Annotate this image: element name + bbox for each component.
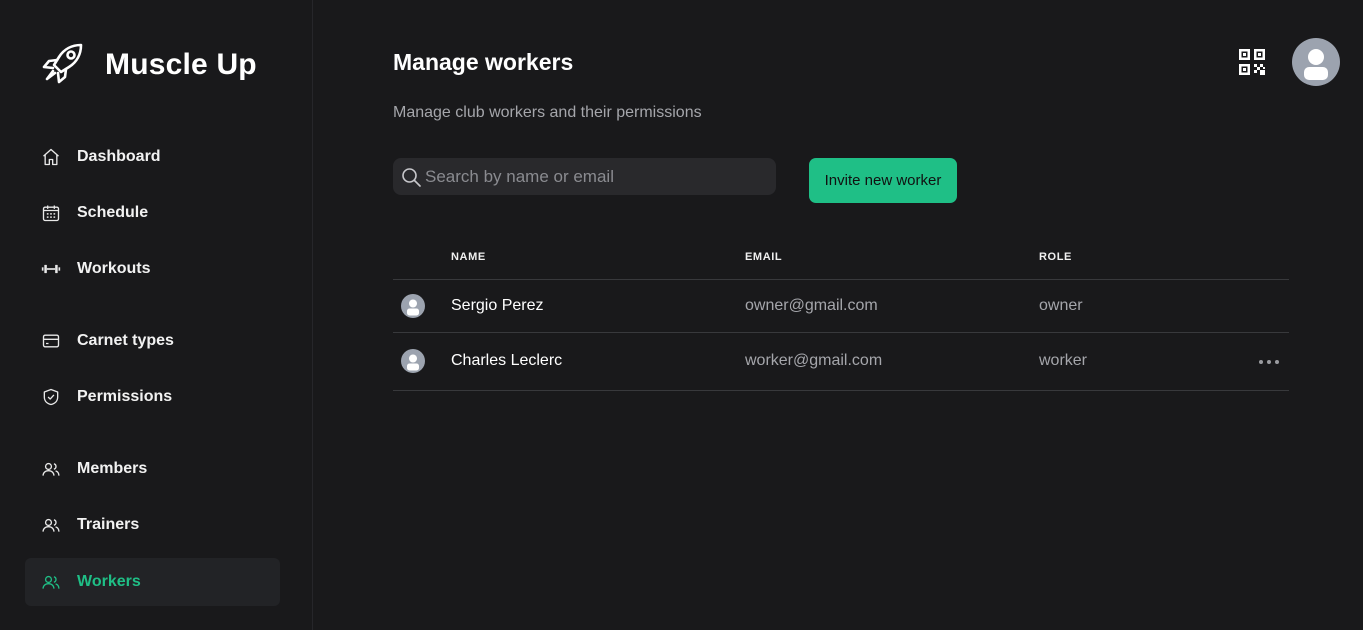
worker-email: owner@gmail.com <box>745 297 878 314</box>
rocket-icon <box>40 38 88 91</box>
page-title: Manage workers <box>393 49 574 75</box>
search-input[interactable] <box>425 166 776 187</box>
users-icon <box>40 571 62 593</box>
sidebar-item-trainers[interactable]: Trainers <box>25 501 280 549</box>
workers-table: NAME EMAIL ROLE Sergio Perez owner@gmail… <box>393 240 1289 391</box>
page-subtitle: Manage club workers and their permission… <box>393 104 702 121</box>
qr-code-icon[interactable] <box>1237 47 1267 77</box>
worker-role: worker <box>1039 352 1088 369</box>
sidebar-item-label: Members <box>77 460 148 477</box>
user-avatar-icon[interactable] <box>1292 38 1340 86</box>
shield-icon <box>40 386 62 408</box>
table-row[interactable]: Sergio Perez owner@gmail.com owner <box>393 280 1289 333</box>
home-icon <box>40 146 62 168</box>
sidebar-item-label: Trainers <box>77 516 140 533</box>
sidebar-item-label: Permissions <box>77 388 173 405</box>
table-header: NAME EMAIL ROLE <box>393 240 1289 280</box>
sidebar-item-schedule[interactable]: Schedule <box>25 189 280 237</box>
column-header-role[interactable]: ROLE <box>1039 251 1072 263</box>
sidebar-item-label: Carnet types <box>77 332 174 349</box>
column-header-name[interactable]: NAME <box>451 251 486 263</box>
users-icon <box>40 514 62 536</box>
sidebar-item-dashboard[interactable]: Dashboard <box>25 133 280 181</box>
more-actions-icon[interactable] <box>1258 354 1280 364</box>
sidebar-item-workers[interactable]: Workers <box>25 558 280 606</box>
user-avatar-icon <box>401 349 425 373</box>
dumbbell-icon <box>40 258 62 280</box>
calendar-icon <box>40 202 62 224</box>
sidebar-item-label: Workouts <box>77 260 151 277</box>
brand[interactable]: Muscle Up <box>40 38 257 91</box>
sidebar-item-carnet-types[interactable]: Carnet types <box>25 317 280 365</box>
search-box[interactable] <box>393 158 776 195</box>
brand-name: Muscle Up <box>105 47 257 81</box>
worker-email: worker@gmail.com <box>745 352 883 369</box>
users-icon <box>40 458 62 480</box>
search-icon <box>401 167 421 187</box>
sidebar-item-members[interactable]: Members <box>25 445 280 493</box>
sidebar-item-label: Workers <box>77 573 141 590</box>
card-icon <box>40 330 62 352</box>
sidebar-item-label: Schedule <box>77 204 149 221</box>
sidebar-item-permissions[interactable]: Permissions <box>25 373 280 421</box>
table-row[interactable]: Charles Leclerc worker@gmail.com worker <box>393 333 1289 391</box>
sidebar-item-workouts[interactable]: Workouts <box>25 245 280 293</box>
worker-name: Sergio Perez <box>451 297 544 314</box>
sidebar: Muscle Up Dashboard Schedule Workouts Ca… <box>0 0 313 630</box>
sidebar-item-label: Dashboard <box>77 148 161 165</box>
worker-role: owner <box>1039 297 1083 314</box>
worker-name: Charles Leclerc <box>451 352 563 369</box>
user-avatar-icon <box>401 294 425 318</box>
invite-worker-button[interactable]: Invite new worker <box>809 158 957 203</box>
column-header-email[interactable]: EMAIL <box>745 251 782 263</box>
